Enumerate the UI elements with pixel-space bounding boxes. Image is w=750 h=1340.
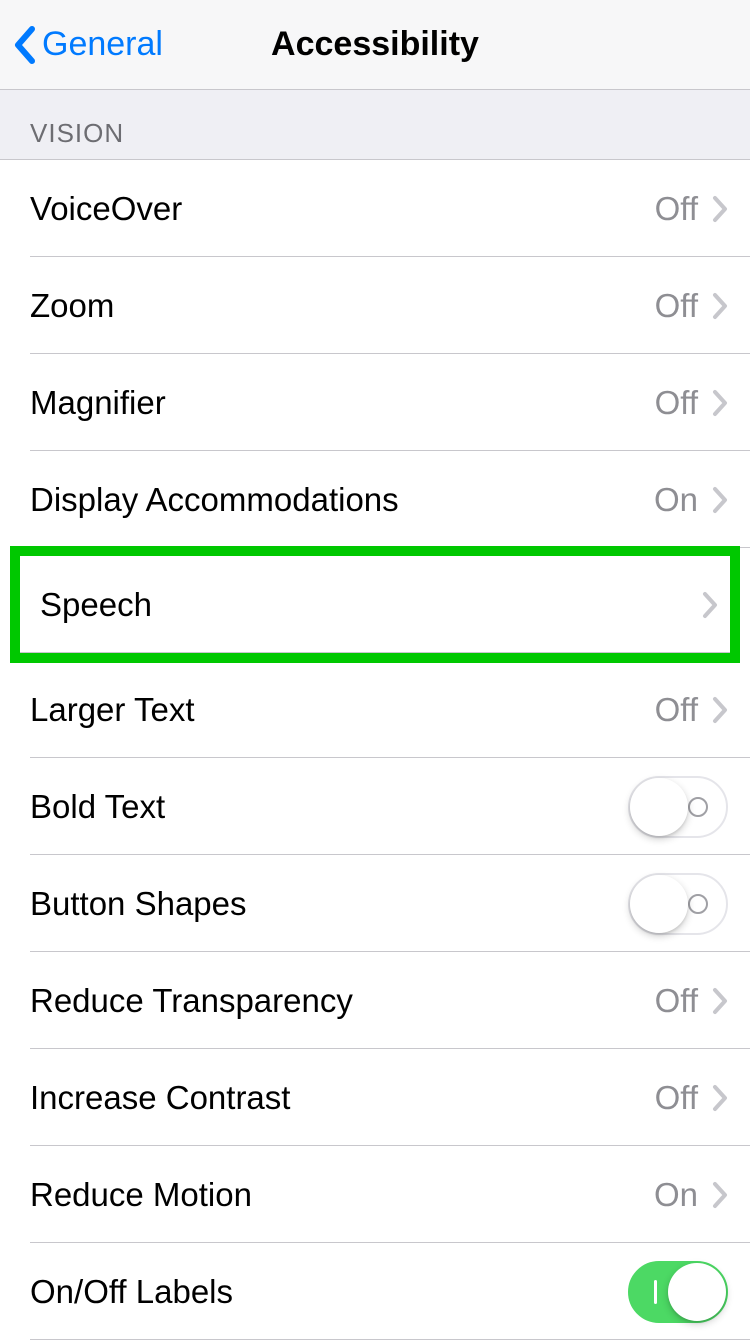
row-display-accommodations[interactable]: Display Accommodations On [0,451,750,548]
row-status: Off [655,691,698,729]
settings-list: VoiceOver Off Zoom Off Magnifier Off Dis… [0,159,750,1340]
row-label: Bold Text [30,788,628,826]
row-magnifier[interactable]: Magnifier Off [0,354,750,451]
back-label: General [42,25,163,64]
row-label: Button Shapes [30,885,628,923]
highlight-box: Speech [10,546,740,663]
toggle-knob [668,1263,726,1321]
row-label: Magnifier [30,384,655,422]
row-voiceover[interactable]: VoiceOver Off [0,160,750,257]
section-header-vision: VISION [0,90,750,159]
chevron-right-icon [702,591,718,619]
row-label: Increase Contrast [30,1079,655,1117]
toggle-on-indicator [654,1280,657,1304]
row-speech[interactable]: Speech [20,556,730,653]
row-status: Off [655,190,698,228]
chevron-right-icon [712,696,728,724]
chevron-right-icon [712,389,728,417]
toggle-off-indicator [688,797,708,817]
on-off-labels-toggle[interactable] [628,1261,728,1323]
row-increase-contrast[interactable]: Increase Contrast Off [0,1049,750,1146]
row-label: On/Off Labels [30,1273,628,1311]
back-button[interactable]: General [12,0,163,89]
nav-bar: General Accessibility [0,0,750,90]
row-on-off-labels[interactable]: On/Off Labels [0,1243,750,1340]
row-larger-text[interactable]: Larger Text Off [0,661,750,758]
row-label: Larger Text [30,691,655,729]
row-reduce-motion[interactable]: Reduce Motion On [0,1146,750,1243]
row-status: Off [655,982,698,1020]
row-status: On [654,481,698,519]
row-zoom[interactable]: Zoom Off [0,257,750,354]
chevron-right-icon [712,987,728,1015]
row-label: Zoom [30,287,655,325]
row-label: Display Accommodations [30,481,654,519]
toggle-knob [630,875,688,933]
row-bold-text[interactable]: Bold Text [0,758,750,855]
row-label: Speech [40,586,702,624]
row-label: VoiceOver [30,190,655,228]
row-status: Off [655,384,698,422]
chevron-right-icon [712,195,728,223]
chevron-right-icon [712,486,728,514]
chevron-right-icon [712,1084,728,1112]
chevron-left-icon [12,25,36,65]
button-shapes-toggle[interactable] [628,873,728,935]
chevron-right-icon [712,292,728,320]
row-status: On [654,1176,698,1214]
row-reduce-transparency[interactable]: Reduce Transparency Off [0,952,750,1049]
row-label: Reduce Transparency [30,982,655,1020]
row-status: Off [655,1079,698,1117]
bold-text-toggle[interactable] [628,776,728,838]
row-button-shapes[interactable]: Button Shapes [0,855,750,952]
row-status: Off [655,287,698,325]
row-label: Reduce Motion [30,1176,654,1214]
chevron-right-icon [712,1181,728,1209]
toggle-knob [630,778,688,836]
page-title: Accessibility [271,25,479,64]
toggle-off-indicator [688,894,708,914]
